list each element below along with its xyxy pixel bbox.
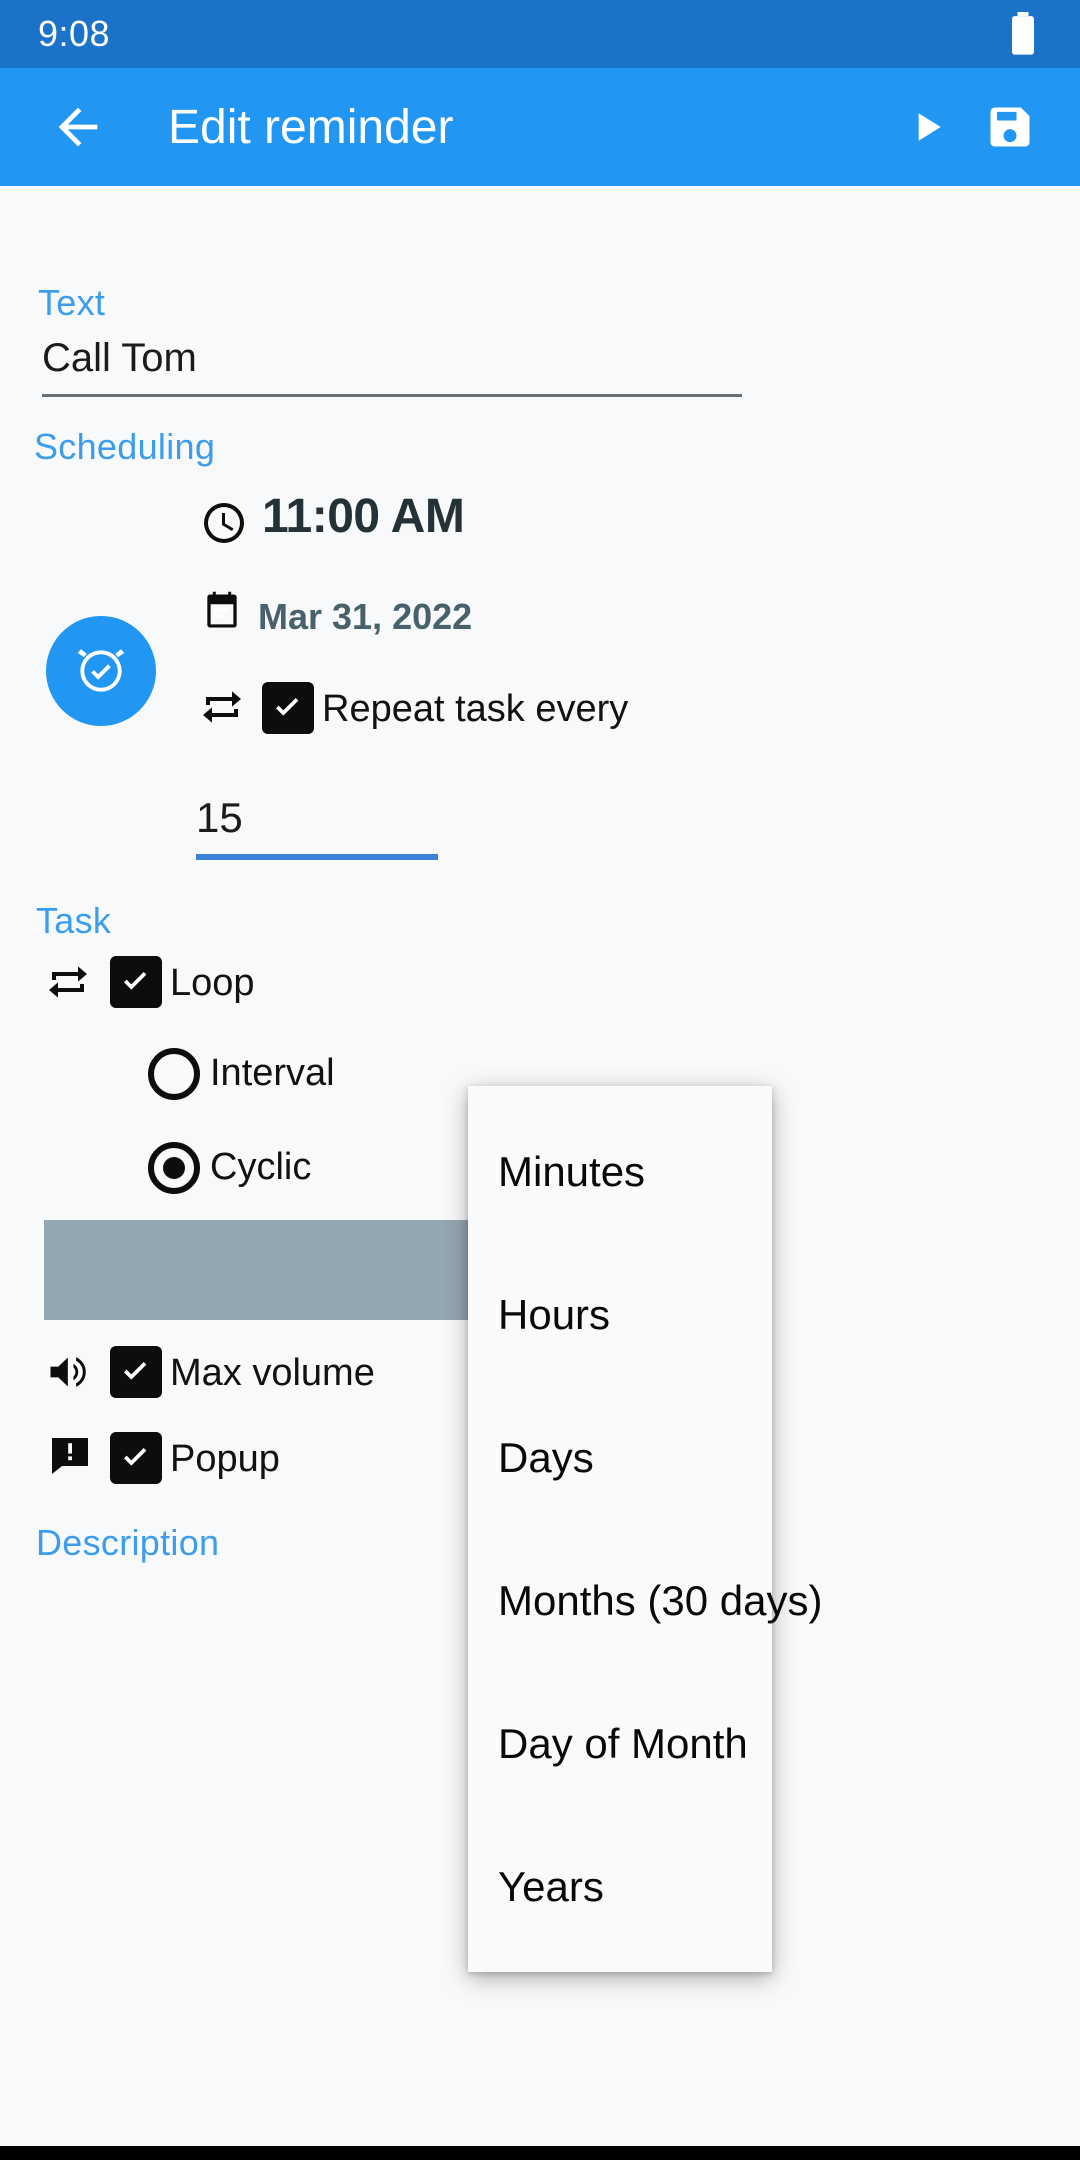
check-icon: [124, 972, 147, 990]
status-bar-icons: [1006, 12, 1040, 56]
status-bar-clock: 9:08: [38, 13, 111, 54]
volume-up-icon: [50, 1357, 86, 1387]
phone-screen: 9:08 Edit reminder Text Call Tom Schedul…: [0, 0, 1080, 2160]
alarm-check-icon: [77, 649, 125, 692]
app-bar: Edit reminder: [0, 68, 1080, 186]
dropdown-item-years[interactable]: Years: [468, 1815, 772, 1958]
task-section-label: Task: [36, 900, 112, 941]
description-section-label: Description: [36, 1522, 220, 1563]
repeat-task-label: Repeat task every: [322, 688, 629, 730]
repeat-icon: [49, 966, 87, 998]
repeat-interval-input[interactable]: 15: [196, 794, 243, 842]
save-icon: [990, 107, 1030, 147]
dropdown-item-label: Months (30 days): [498, 1576, 823, 1624]
dropdown-item-hours[interactable]: Hours: [468, 1243, 772, 1386]
scheduling-section-label: Scheduling: [34, 426, 216, 467]
alarm-toggle-button[interactable]: [46, 616, 156, 726]
cyclic-radio-dot: [163, 1157, 185, 1179]
repeat-icon: [203, 691, 241, 723]
popup-label: Popup: [170, 1438, 280, 1480]
interval-radio[interactable]: [148, 1048, 200, 1100]
interval-radio-label: Interval: [210, 1052, 335, 1094]
unit-dropdown-menu[interactable]: Minutes Hours Days Months (30 days) Day …: [468, 1086, 822, 1972]
dropdown-item-label: Hours: [498, 1290, 611, 1338]
reminder-text-underline: [42, 394, 742, 397]
reminder-text-input[interactable]: Call Tom: [42, 336, 197, 381]
play-icon: [918, 113, 941, 141]
back-arrow-icon: [58, 107, 98, 147]
check-icon: [276, 698, 299, 716]
dropdown-item-days[interactable]: Days: [468, 1386, 772, 1529]
cyclic-radio-label: Cyclic: [210, 1146, 312, 1188]
dropdown-item-label: Years: [498, 1862, 604, 1910]
repeat-interval-underline: [196, 854, 438, 860]
check-icon: [124, 1448, 147, 1466]
dropdown-item-day-of-month[interactable]: Day of Month: [468, 1672, 772, 1815]
max-volume-label: Max volume: [170, 1352, 375, 1394]
reminder-date[interactable]: Mar 31, 2022: [258, 596, 472, 638]
check-icon: [124, 1362, 147, 1380]
loop-checkbox[interactable]: [110, 956, 162, 1008]
dropdown-item-label: Minutes: [498, 1147, 646, 1195]
dropdown-item-label: Day of Month: [498, 1719, 748, 1767]
repeat-task-checkbox[interactable]: [262, 682, 314, 734]
dropdown-item-label: Days: [498, 1433, 594, 1481]
reminder-time[interactable]: 11:00 AM: [262, 489, 465, 544]
dropdown-item-months[interactable]: Months (30 days): [468, 1529, 822, 1672]
play-button[interactable]: [884, 85, 968, 169]
max-volume-checkbox[interactable]: [110, 1346, 162, 1398]
popup-checkbox[interactable]: [110, 1432, 162, 1484]
clock-icon: [204, 503, 244, 543]
calendar-icon: [207, 591, 237, 628]
battery-icon: [1012, 12, 1034, 55]
save-button[interactable]: [968, 85, 1052, 169]
page-title: Edit reminder: [168, 100, 454, 154]
text-section-label: Text: [38, 282, 106, 323]
status-bar: 9:08: [0, 0, 1080, 68]
back-button[interactable]: [36, 85, 120, 169]
message-alert-icon: [52, 1438, 88, 1474]
cyclic-radio[interactable]: [148, 1142, 200, 1194]
loop-label: Loop: [170, 962, 255, 1004]
system-navigation-bar: [0, 2146, 1080, 2160]
dropdown-item-minutes[interactable]: Minutes: [468, 1100, 772, 1243]
